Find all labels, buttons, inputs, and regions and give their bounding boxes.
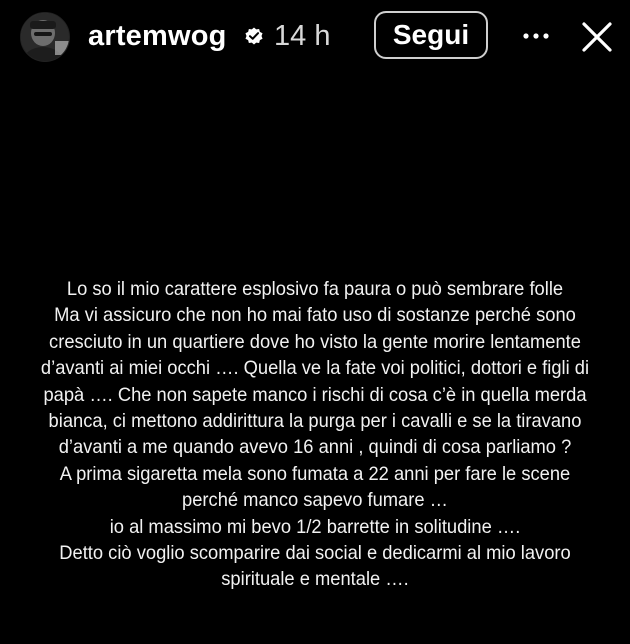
story-line: cresciuto in un quartiere dove ho visto … bbox=[49, 330, 581, 353]
verified-badge-icon bbox=[245, 27, 263, 45]
story-line: Lo so il mio carattere esplosivo fa paur… bbox=[66, 278, 564, 300]
user-avatar[interactable] bbox=[20, 12, 70, 62]
story-line: d’avanti ai miei occhi …. Quella ve la f… bbox=[40, 357, 590, 380]
close-icon[interactable] bbox=[580, 20, 614, 54]
follow-button[interactable]: Segui bbox=[374, 11, 488, 59]
story-line: Ma vi assicuro che non ho mai fato uso d… bbox=[54, 304, 576, 327]
story-line: spirituale e mentale …. bbox=[221, 568, 409, 591]
story-line: A prima sigaretta mela sono fumata a 22 … bbox=[59, 462, 571, 485]
story-line: perché manco sapevo fumare … bbox=[182, 489, 448, 512]
username[interactable]: artemwog bbox=[88, 18, 227, 54]
avatar-portrait-icon bbox=[21, 13, 69, 61]
post-timestamp: 14 h bbox=[274, 20, 331, 52]
story-line: io al massimo mi bevo 1/2 barrette in so… bbox=[109, 515, 521, 538]
story-line: papà …. Che non sapete manco i rischi di… bbox=[43, 383, 587, 406]
story-line: bianca, ci mettono addirittura la purga … bbox=[48, 410, 582, 433]
more-options-icon[interactable] bbox=[516, 18, 556, 52]
story-text: Lo so il mio carattere esplosivo fa paur… bbox=[19, 276, 611, 593]
story-header: artemwog 14 h Segui bbox=[0, 0, 630, 76]
story-line: Detto ciò voglio scomparire dai social e… bbox=[59, 542, 571, 565]
story-line: d’avanti a me quando avevo 16 anni , qui… bbox=[58, 436, 572, 459]
